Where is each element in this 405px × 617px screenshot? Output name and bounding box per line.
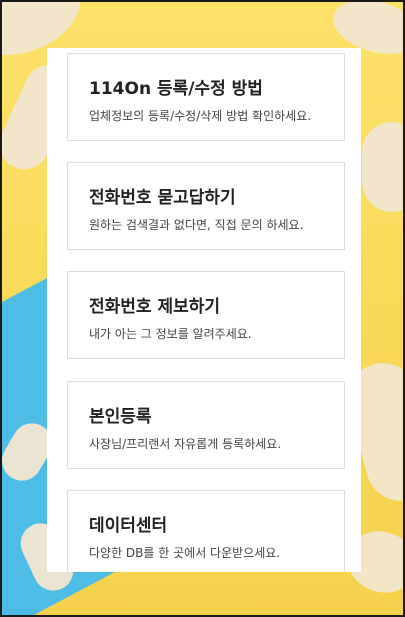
menu-card-description: 업체정보의 등록/수정/삭제 방법 확인하세요. [89, 109, 312, 123]
menu-card-self-register[interactable]: 본인등록 사장님/프리랜서 자유롭게 등록하세요. [67, 381, 345, 469]
menu-card-description: 원하는 검색결과 없다면, 직접 문의 하세요. [89, 218, 304, 232]
menu-card-description: 내가 아는 그 정보를 알려주세요. [89, 327, 252, 341]
menu-card-title: 114On 등록/수정 방법 [89, 79, 263, 99]
menu-card-report[interactable]: 전화번호 제보하기 내가 아는 그 정보를 알려주세요. [67, 271, 345, 359]
menu-card-title: 본인등록 [89, 407, 152, 427]
screenshot-frame: 114On 등록/수정 방법 업체정보의 등록/수정/삭제 방법 확인하세요. … [0, 0, 405, 617]
menu-card-title: 전화번호 제보하기 [89, 297, 221, 317]
background-wood-letter [362, 122, 403, 212]
menu-card-title: 전화번호 묻고답하기 [89, 188, 236, 208]
menu-panel: 114On 등록/수정 방법 업체정보의 등록/수정/삭제 방법 확인하세요. … [47, 48, 361, 572]
menu-card-description: 사장님/프리랜서 자유롭게 등록하세요. [89, 437, 282, 451]
menu-card-qna[interactable]: 전화번호 묻고답하기 원하는 검색결과 없다면, 직접 문의 하세요. [67, 162, 345, 250]
menu-card-data-center[interactable]: 데이터센터 다양한 DB를 한 곳에서 다운받으세요. [67, 490, 345, 572]
menu-card-title: 데이터센터 [89, 516, 168, 536]
menu-card-description: 다양한 DB를 한 곳에서 다운받으세요. [89, 546, 281, 560]
menu-card-registration[interactable]: 114On 등록/수정 방법 업체정보의 등록/수정/삭제 방법 확인하세요. [67, 53, 345, 141]
